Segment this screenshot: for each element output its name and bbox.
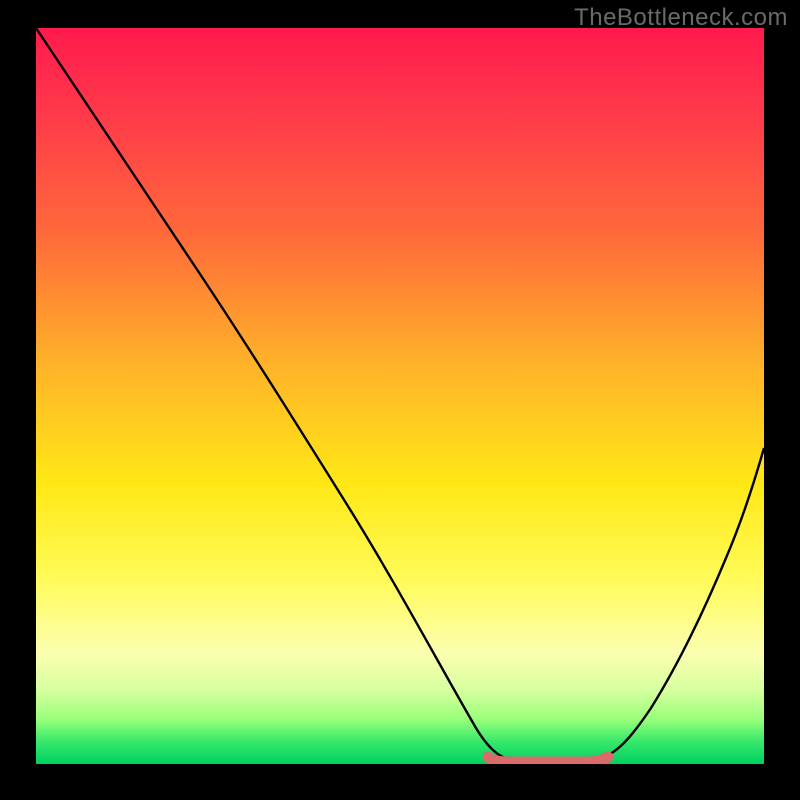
- optimal-range-marker: [488, 757, 608, 762]
- plot-area: [36, 28, 764, 764]
- bottleneck-curve: [36, 28, 764, 762]
- watermark-text: TheBottleneck.com: [574, 4, 788, 32]
- chart-container: TheBottleneck.com: [0, 0, 800, 800]
- curve-overlay: [36, 28, 764, 764]
